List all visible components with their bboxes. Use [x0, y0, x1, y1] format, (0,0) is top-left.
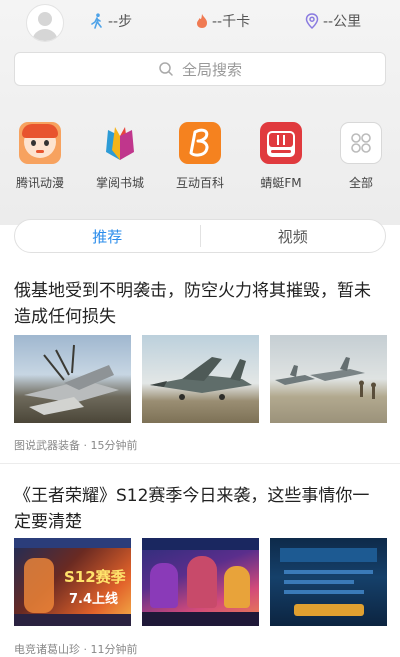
- walking-icon: [91, 13, 102, 29]
- calories-stat[interactable]: --千卡: [196, 10, 250, 32]
- ireader-icon: [99, 122, 141, 164]
- search-icon: [159, 62, 173, 76]
- avatar-head: [38, 12, 52, 26]
- calories-value: --千卡: [212, 14, 251, 30]
- all-apps-icon: [340, 122, 382, 164]
- content-tabs: 推荐 视频: [14, 219, 386, 253]
- global-search-bar[interactable]: 全局搜索: [14, 52, 386, 86]
- user-avatar[interactable]: [26, 4, 64, 42]
- app-label: 全部: [348, 176, 373, 190]
- app-label: 腾讯动漫: [15, 176, 64, 190]
- banner-season-text: S12赛季: [64, 568, 126, 586]
- tab-video[interactable]: 视频: [201, 226, 386, 247]
- news-source: 电竞诸葛山珍 · 11分钟前: [14, 643, 138, 656]
- qingting-fm-icon: [260, 122, 302, 164]
- news-image-airbase[interactable]: [270, 335, 387, 423]
- tencent-comic-icon: [19, 122, 61, 164]
- app-qingting-fm[interactable]: 蜻蜓FM: [251, 122, 311, 191]
- steps-value: --步: [108, 14, 133, 30]
- news-source: 图说武器装备 · 15分钟前: [14, 439, 138, 452]
- distance-value: --公里: [323, 14, 362, 30]
- app-label: 互动百科: [175, 176, 224, 190]
- news-title[interactable]: 《王者荣耀》S12赛季今日来袭，这些事情你一定要清楚: [14, 483, 386, 535]
- avatar-body: [32, 29, 58, 41]
- news-title[interactable]: 俄基地受到不明袭击，防空火力将其摧毁，暂未造成任何损失: [14, 278, 386, 330]
- banner-date-text: 7.4上线: [69, 592, 119, 607]
- distance-stat[interactable]: --公里: [305, 10, 361, 32]
- app-label: 蜻蜓FM: [260, 176, 302, 190]
- flame-icon: [197, 14, 207, 28]
- location-pin-icon: [305, 13, 319, 29]
- news-image-game-event[interactable]: [270, 538, 387, 626]
- news-divider: [0, 463, 400, 464]
- tab-recommend[interactable]: 推荐: [15, 226, 200, 247]
- news-image-game-banner[interactable]: S12赛季 7.4上线: [14, 538, 131, 626]
- hudong-baike-icon: [179, 122, 221, 164]
- search-placeholder: 全局搜索: [181, 60, 242, 79]
- steps-stat[interactable]: --步: [90, 10, 132, 32]
- app-label: 掌阅书城: [95, 176, 144, 190]
- news-image-wrecked-jet[interactable]: [14, 335, 131, 423]
- news-image-fighter-jet[interactable]: [142, 335, 259, 423]
- app-tencent-comic[interactable]: 腾讯动漫: [10, 122, 70, 191]
- news-image-game-heroes[interactable]: [142, 538, 259, 626]
- app-all[interactable]: 全部: [331, 122, 391, 191]
- app-ireader[interactable]: 掌阅书城: [90, 122, 150, 191]
- app-hudong-baike[interactable]: 互动百科: [170, 122, 230, 191]
